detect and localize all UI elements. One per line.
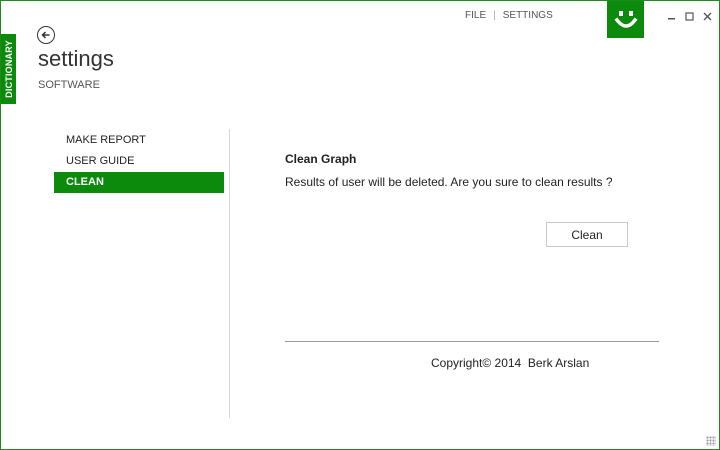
section-description: Results of user will be deleted. Are you…: [285, 175, 613, 189]
page-title: settings: [38, 46, 114, 71]
arrow-left-circle-icon[interactable]: [37, 26, 55, 44]
smiley-icon: [607, 1, 644, 38]
clean-button[interactable]: Clean: [546, 222, 628, 247]
dictionary-side-tab[interactable]: DICTIONARY: [1, 34, 16, 104]
menu-separator: |: [493, 10, 496, 21]
resize-grip-icon[interactable]: [706, 436, 716, 446]
maximize-button[interactable]: [683, 10, 695, 22]
window-controls: [665, 10, 713, 22]
section-title: Clean Graph: [285, 152, 357, 166]
close-button[interactable]: [701, 10, 713, 22]
nav-item-clean[interactable]: CLEAN: [54, 172, 224, 193]
menu-file[interactable]: FILE: [465, 10, 486, 21]
copyright-text: Copyright© 2014 Berk Arslan: [431, 356, 590, 370]
top-menu: FILE | SETTINGS: [465, 10, 553, 21]
dictionary-side-tab-label: DICTIONARY: [3, 40, 14, 98]
nav-item-user-guide[interactable]: USER GUIDE: [54, 151, 224, 172]
app-window: DICTIONARY FILE | SETTINGS settings SOFT…: [0, 0, 720, 450]
horizontal-divider: [285, 341, 659, 342]
settings-nav: MAKE REPORT USER GUIDE CLEAN: [54, 130, 224, 193]
nav-item-make-report[interactable]: MAKE REPORT: [54, 130, 224, 151]
vertical-divider: [229, 129, 230, 418]
minimize-button[interactable]: [665, 10, 677, 22]
menu-settings[interactable]: SETTINGS: [503, 10, 553, 21]
page-subtitle: SOFTWARE: [38, 79, 100, 91]
